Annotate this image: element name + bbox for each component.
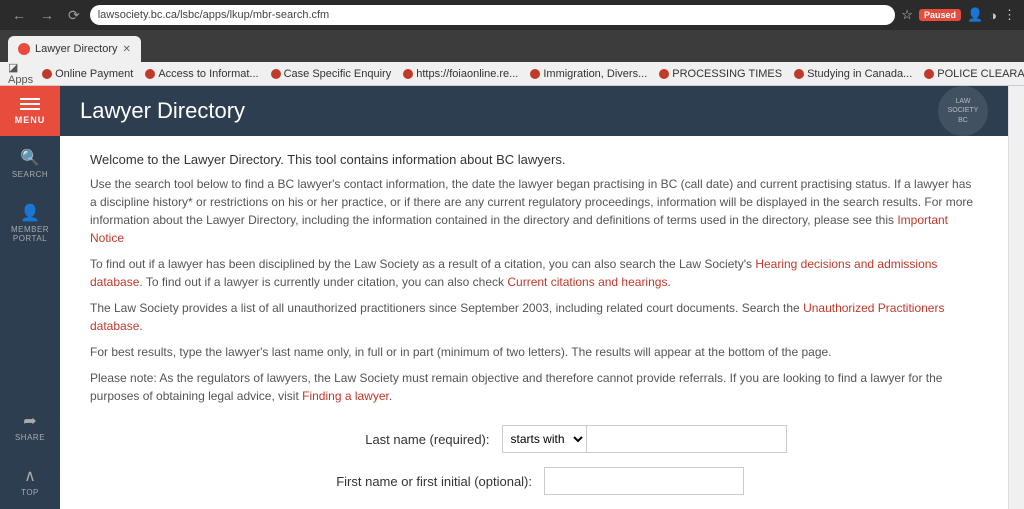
- main-content: Lawyer Directory LAWSOCIETYBC Welcome to…: [60, 86, 1008, 509]
- url-text: lawsociety.bc.ca/lsbc/apps/lkup/mbr-sear…: [98, 9, 330, 21]
- menu-bar-3: [20, 108, 40, 110]
- star-icon[interactable]: ☆: [901, 7, 913, 23]
- menu-button[interactable]: MENU: [0, 86, 60, 136]
- bookmark-case[interactable]: Case Specific Enquiry: [268, 68, 395, 80]
- apps-icon[interactable]: ◪ Apps: [8, 62, 33, 86]
- sidebar: MENU 🔍 SEARCH 👤 MEMBERPORTAL ➦ SHARE ∧ T…: [0, 86, 60, 509]
- welcome-text: Welcome to the Lawyer Directory. This to…: [90, 152, 978, 167]
- menu-label: MENU: [15, 115, 46, 125]
- info-text-1: Use the search tool below to find a BC l…: [90, 175, 978, 247]
- last-name-input[interactable]: [587, 425, 787, 453]
- page-header: Lawyer Directory LAWSOCIETYBC: [60, 86, 1008, 136]
- first-name-controls: [544, 467, 744, 495]
- menu-dots-icon[interactable]: ⋮: [1003, 7, 1016, 23]
- bookmark-immigration[interactable]: Immigration, Divers...: [527, 68, 650, 80]
- bookmark-access[interactable]: Access to Informat...: [142, 68, 261, 80]
- last-name-select[interactable]: starts with: [502, 425, 587, 453]
- search-label: SEARCH: [12, 170, 48, 179]
- sidebar-item-member-portal[interactable]: 👤 MEMBERPORTAL: [0, 191, 60, 255]
- bookmark-online-payment[interactable]: Online Payment: [39, 68, 136, 80]
- url-bar[interactable]: lawsociety.bc.ca/lsbc/apps/lkup/mbr-sear…: [90, 5, 896, 25]
- active-tab[interactable]: Lawyer Directory ✕: [8, 36, 141, 62]
- info-text-5: Please note: As the regulators of lawyer…: [90, 369, 978, 405]
- first-name-label: First name or first initial (optional):: [324, 474, 544, 489]
- last-name-label: Last name (required):: [282, 432, 502, 447]
- back-button[interactable]: ←: [8, 5, 30, 25]
- sidebar-item-share[interactable]: ➦ SHARE: [0, 399, 60, 454]
- up-arrow-icon: ∧: [24, 466, 36, 486]
- tab-favicon: [18, 43, 30, 55]
- first-name-row: First name or first initial (optional):: [90, 467, 978, 495]
- sidebar-item-search[interactable]: 🔍 SEARCH: [0, 136, 60, 191]
- reload-button[interactable]: ⟳: [64, 5, 84, 26]
- page-layout: MENU 🔍 SEARCH 👤 MEMBERPORTAL ➦ SHARE ∧ T…: [0, 86, 1024, 509]
- extension-icon[interactable]: ◑: [989, 8, 997, 23]
- last-name-row: Last name (required): starts with: [90, 425, 978, 453]
- bookmark-studying[interactable]: Studying in Canada...: [791, 68, 915, 80]
- bookmark-foia[interactable]: https://foiaonline.re...: [400, 68, 521, 80]
- browser-tabs: Lawyer Directory ✕: [0, 30, 1024, 62]
- bookmark-processing[interactable]: PROCESSING TIMES: [656, 68, 785, 80]
- first-name-input[interactable]: [544, 467, 744, 495]
- bookmark-police[interactable]: POLICE CLEARANCE: [921, 68, 1024, 80]
- share-icon: ➦: [23, 411, 36, 431]
- browser-icons: ☆ Paused 👤 ◑ ⋮: [901, 7, 1016, 23]
- bookmarks-bar: ◪ Apps Online Payment Access to Informat…: [0, 62, 1024, 86]
- page-title: Lawyer Directory: [80, 98, 245, 124]
- forward-button[interactable]: →: [36, 5, 58, 25]
- info-text-3: The Law Society provides a list of all u…: [90, 299, 978, 335]
- person-icon: 👤: [20, 203, 40, 223]
- sidebar-item-top[interactable]: ∧ TOP: [0, 454, 60, 509]
- last-name-controls: starts with: [502, 425, 787, 453]
- member-portal-label: MEMBERPORTAL: [11, 225, 49, 243]
- search-form: Last name (required): starts with First …: [90, 425, 978, 509]
- browser-top-bar: ← → ⟳ lawsociety.bc.ca/lsbc/apps/lkup/mb…: [0, 0, 1024, 30]
- scrollbar-panel: [1008, 86, 1024, 509]
- menu-bar-2: [20, 103, 40, 105]
- tab-close-button[interactable]: ✕: [123, 44, 131, 55]
- current-citations-link[interactable]: Current citations and hearings: [507, 275, 667, 289]
- tab-title: Lawyer Directory: [35, 43, 118, 55]
- paused-badge: Paused: [919, 9, 961, 21]
- info-text-4: For best results, type the lawyer's last…: [90, 343, 978, 361]
- finding-lawyer-link[interactable]: Finding a lawyer: [302, 389, 389, 403]
- menu-bar-1: [20, 98, 40, 100]
- profile-icon[interactable]: 👤: [967, 7, 983, 23]
- law-society-logo: LAWSOCIETYBC: [938, 86, 988, 136]
- browser-chrome: ← → ⟳ lawsociety.bc.ca/lsbc/apps/lkup/mb…: [0, 0, 1024, 62]
- top-label: TOP: [21, 488, 39, 497]
- search-icon: 🔍: [20, 148, 40, 168]
- share-label: SHARE: [15, 433, 45, 442]
- info-text-2: To find out if a lawyer has been discipl…: [90, 255, 978, 291]
- content-area: Welcome to the Lawyer Directory. This to…: [60, 136, 1008, 509]
